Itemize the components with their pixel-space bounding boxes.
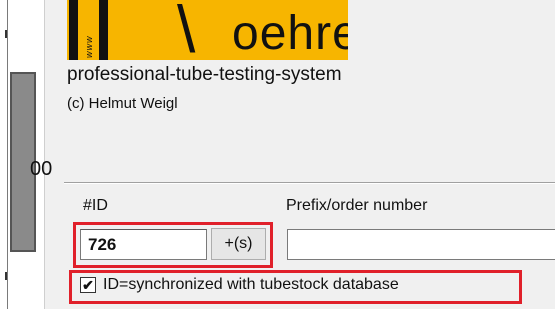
left-clipped-text: 00 [30,158,53,180]
roehren-logo: www \ oehren [67,0,348,60]
id-label: #ID [83,197,108,214]
prefix-order-input[interactable] [287,229,555,260]
section-divider-highlight [64,183,555,184]
left-tick-mark [5,272,7,280]
left-tick-mark [5,30,7,38]
logo-slash: \ [177,0,196,60]
logo-bar [69,0,78,60]
copyright-text: (c) Helmut Weigl [67,95,178,112]
logo-vertical-text: www [84,35,94,59]
prefix-order-label: Prefix/order number [286,197,428,214]
plus-s-button[interactable]: +(s) [211,228,266,260]
logo-bar [99,0,108,60]
left-divider-line [7,0,8,309]
logo-wordmark: oehren [232,7,348,60]
sync-checkbox[interactable]: ✔ [80,277,96,293]
app-subtitle: professional-tube-testing-system [67,64,342,85]
sync-checkbox-label[interactable]: ID=synchronized with tubestock database [103,276,399,294]
left-divider-line [44,0,45,309]
id-input[interactable]: 726 [80,229,207,260]
